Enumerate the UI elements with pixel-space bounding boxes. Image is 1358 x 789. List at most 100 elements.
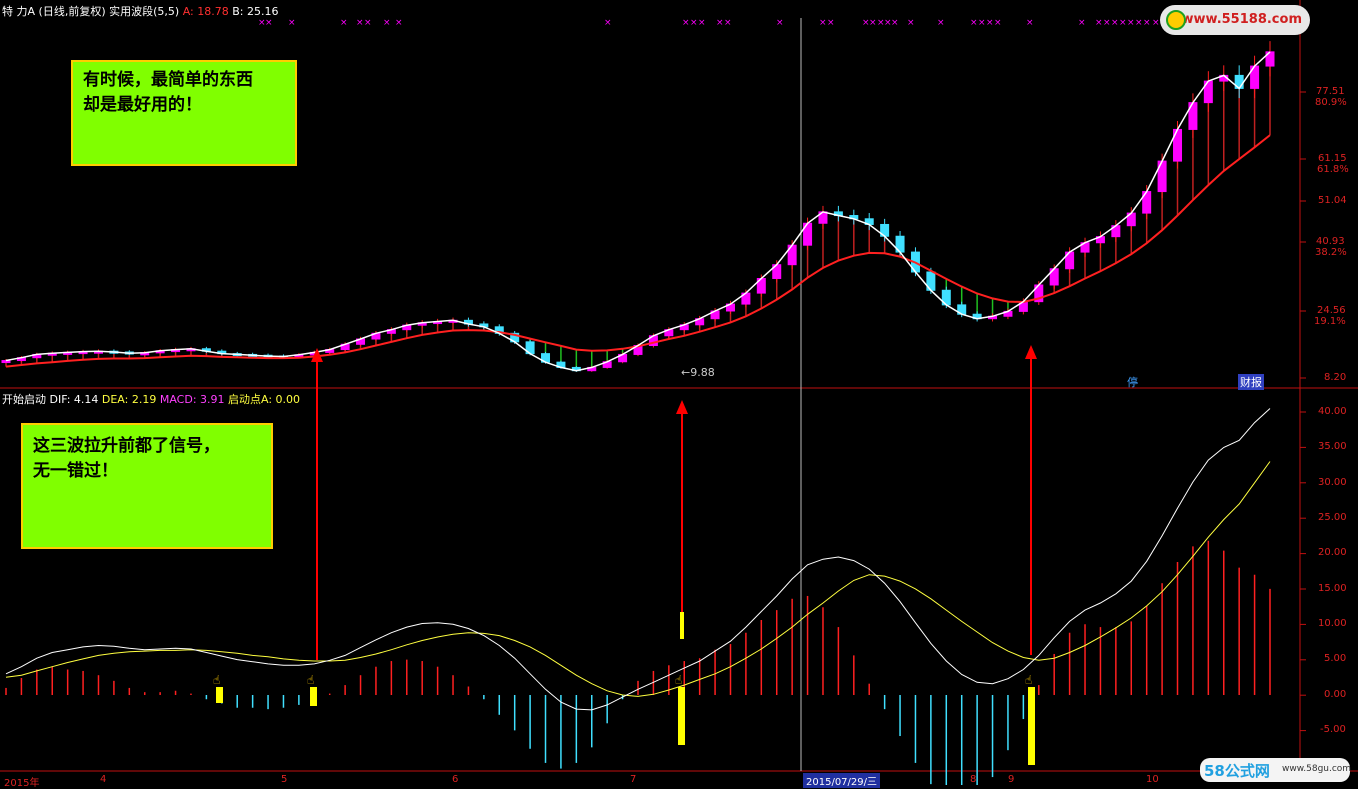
signal-cross: × bbox=[978, 18, 986, 28]
start-point-value: 启动点A: 0.00 bbox=[228, 393, 301, 406]
signal-cross: × bbox=[827, 18, 835, 28]
signal-cross: × bbox=[869, 18, 877, 28]
signal-cross: × bbox=[907, 18, 915, 28]
x-label-apr: 4 bbox=[100, 774, 107, 785]
start-signal-bar bbox=[216, 687, 223, 703]
x-label-aug: 8 bbox=[970, 774, 977, 785]
price-tick-5-value: 24.56 bbox=[1317, 305, 1346, 316]
x-label-jun: 6 bbox=[452, 774, 459, 785]
finance-tag[interactable]: 财报 bbox=[1238, 374, 1264, 390]
watermark-site-name: 58公式网 bbox=[1204, 762, 1270, 780]
macd-tick-25: 25.00 bbox=[1318, 512, 1347, 523]
b-line bbox=[5, 134, 1271, 368]
macd-value: MACD: 3.91 bbox=[159, 393, 225, 406]
x-label-may: 5 bbox=[281, 774, 288, 785]
signal-cross: × bbox=[1119, 18, 1127, 28]
arrow-yellow-tail bbox=[680, 612, 684, 639]
signal-cross: × bbox=[1127, 18, 1135, 28]
annotation-note-top: 有时候，最简单的东西 却是最好用的！ bbox=[71, 60, 297, 166]
signal-cross: × bbox=[604, 18, 612, 28]
annotation-note-bottom: 这三波拉升前都了信号， 无一错过！ bbox=[21, 423, 273, 549]
signal-cross: × bbox=[1135, 18, 1143, 28]
macd-header: 开始启动 DIF: 4.14 DEA: 2.19 MACD: 3.91 启动点A… bbox=[2, 391, 300, 407]
x-label-oct: 10 bbox=[1146, 774, 1159, 785]
price-tick-5-pct: 19.1% bbox=[1314, 316, 1346, 327]
price-tick-1-value: 77.51 bbox=[1316, 86, 1345, 97]
halt-tag[interactable]: 停 bbox=[1127, 374, 1138, 390]
indicator-name[interactable]: 实用波段(5,5) bbox=[109, 5, 179, 18]
price-tick-4-pct: 38.2% bbox=[1315, 247, 1347, 258]
price-tick-6-value: 8.20 bbox=[1324, 372, 1347, 383]
signal-cross: × bbox=[356, 18, 364, 28]
signal-cross: × bbox=[891, 18, 899, 28]
price-tick-4-value: 40.93 bbox=[1316, 236, 1345, 247]
period-label[interactable]: (日线,前复权) bbox=[39, 5, 106, 18]
macd-tick-5: 5.00 bbox=[1324, 653, 1347, 664]
start-signal-bar bbox=[1028, 687, 1035, 765]
candle-body bbox=[1, 360, 11, 364]
signal-cross: × bbox=[364, 18, 372, 28]
x-label-sep: 9 bbox=[1008, 774, 1015, 785]
watermark-site-url: www.58gu.com bbox=[1282, 764, 1352, 774]
macd-tick-30: 30.00 bbox=[1318, 477, 1347, 488]
signal-cross: × bbox=[682, 18, 690, 28]
macd-tick-20: 20.00 bbox=[1318, 547, 1347, 558]
price-tick-2-value: 61.15 bbox=[1318, 153, 1347, 164]
stock-name[interactable]: 特 力A bbox=[2, 5, 35, 18]
signal-cross: × bbox=[690, 18, 698, 28]
hand-pointer-icon: ☝ bbox=[213, 673, 220, 687]
signal-cross: × bbox=[1026, 18, 1034, 28]
hand-pointer-icon: ☝ bbox=[1025, 673, 1032, 687]
watermark-top[interactable]: www.55188.com bbox=[1160, 5, 1310, 35]
watermark-top-text: www.55188.com bbox=[1181, 12, 1303, 27]
hand-pointer-icon: ☝ bbox=[675, 673, 682, 687]
signal-cross: × bbox=[1095, 18, 1103, 28]
macd-tick-15: 15.00 bbox=[1318, 583, 1347, 594]
a-value: A: 18.78 bbox=[182, 5, 229, 18]
macd-tick-0: 0.00 bbox=[1324, 689, 1347, 700]
macd-tick-35: 35.00 bbox=[1318, 441, 1347, 452]
signal-cross: × bbox=[1103, 18, 1111, 28]
macd-tick-neg5: -5.00 bbox=[1320, 724, 1346, 735]
signal-cross: × bbox=[724, 18, 732, 28]
dea-value: DEA: 2.19 bbox=[101, 393, 157, 406]
chart-stage: ××××××××××××××××××××××××××××××××××××××××… bbox=[0, 0, 1358, 789]
watermark-logo-icon bbox=[1166, 10, 1186, 30]
signal-cross: × bbox=[970, 18, 978, 28]
signal-cross: × bbox=[716, 18, 724, 28]
signal-cross: × bbox=[819, 18, 827, 28]
signal-cross: × bbox=[776, 18, 784, 28]
signal-cross: × bbox=[1078, 18, 1086, 28]
signal-cross: × bbox=[288, 18, 296, 28]
b-value: B: 25.16 bbox=[232, 5, 279, 18]
price-tick-2-pct: 61.8% bbox=[1317, 164, 1349, 175]
macd-tick-40: 40.00 bbox=[1318, 406, 1347, 417]
signal-cross: × bbox=[1111, 18, 1119, 28]
signal-cross: × bbox=[340, 18, 348, 28]
signal-cross: × bbox=[395, 18, 403, 28]
watermark-bottom[interactable]: 58公式网 www.58gu.com bbox=[1200, 758, 1352, 782]
note-top-line1: 有时候，最简单的东西 bbox=[83, 70, 253, 90]
signal-cross: × bbox=[986, 18, 994, 28]
start-signal-bar bbox=[310, 687, 317, 706]
macd-panel-name[interactable]: 开始启动 bbox=[2, 393, 46, 406]
low-price-label: ←9.88 bbox=[681, 366, 715, 379]
price-tick-3-value: 51.04 bbox=[1318, 195, 1347, 206]
note-top-line2: 却是最好用的！ bbox=[83, 95, 202, 115]
signal-cross: × bbox=[265, 18, 273, 28]
signal-cross: × bbox=[994, 18, 1002, 28]
signal-arrow-head bbox=[1025, 345, 1037, 359]
dif-value: DIF: 4.14 bbox=[49, 393, 99, 406]
note-bottom-line1: 这三波拉升前都了信号， bbox=[33, 436, 220, 456]
signal-cross: × bbox=[698, 18, 706, 28]
x-cursor-date[interactable]: 2015/07/29/三 bbox=[803, 773, 881, 788]
chart-header: 特 力A (日线,前复权) 实用波段(5,5) A: 18.78 B: 25.1… bbox=[2, 3, 278, 19]
signal-cross: × bbox=[1143, 18, 1151, 28]
hand-pointer-icon: ☝ bbox=[307, 673, 314, 687]
note-bottom-line2: 无一错过！ bbox=[33, 461, 118, 481]
price-tick-1-pct: 80.9% bbox=[1315, 97, 1347, 108]
signal-cross: × bbox=[1152, 18, 1160, 28]
start-signal-bar bbox=[678, 687, 685, 745]
x-label-jul: 7 bbox=[630, 774, 637, 785]
macd-tick-10: 10.00 bbox=[1318, 618, 1347, 629]
